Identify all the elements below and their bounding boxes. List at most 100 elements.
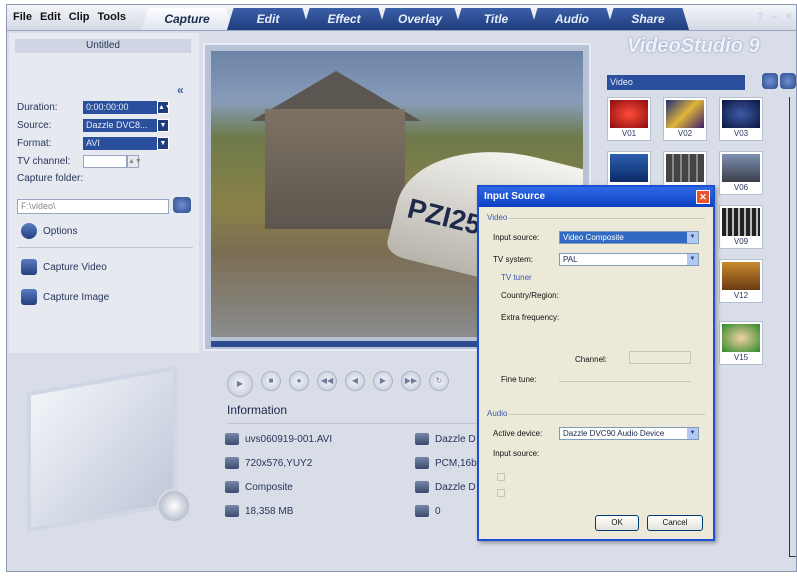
library-thumb[interactable]: V15 — [719, 321, 763, 365]
menu-file[interactable]: File — [13, 11, 32, 23]
channel-field[interactable] — [629, 351, 691, 364]
repeat-icon[interactable]: ↻ — [429, 371, 449, 391]
chevron-down-icon[interactable]: ▼ — [157, 119, 169, 132]
thumb-label: V09 — [733, 237, 749, 246]
format-select[interactable]: AVI — [83, 137, 157, 150]
tab-share[interactable]: Share — [607, 8, 689, 30]
group-divider — [509, 414, 705, 415]
tv-channel-label: TV channel: — [17, 156, 71, 167]
info-count-text: 0 — [435, 505, 441, 517]
chevron-down-icon[interactable]: ▼ — [687, 254, 698, 265]
dialog-title: Input Source — [484, 191, 546, 202]
home-icon[interactable]: ■ — [261, 371, 281, 391]
library-thumb[interactable]: V03 — [719, 97, 763, 141]
format-label: Format: — [17, 138, 52, 149]
duration-stepper[interactable]: ▲▼ — [157, 101, 172, 114]
capture-folder-row: Capture folder: — [17, 173, 137, 184]
preview-house — [265, 109, 405, 229]
info-count: 0 — [415, 505, 441, 517]
input-source-value: Video Composite — [563, 233, 624, 242]
library-manager-icon[interactable] — [762, 73, 778, 89]
thumb-image — [722, 100, 760, 128]
thumb-image — [610, 100, 648, 128]
close-icon[interactable]: ✕ — [696, 190, 710, 204]
channel-label: Channel: — [575, 355, 608, 364]
tab-edit[interactable]: Edit — [227, 8, 309, 30]
info-size: 18,358 MB — [225, 505, 293, 517]
tab-audio[interactable]: Audio — [531, 8, 613, 30]
info-file: uvs060919-001.AVI — [225, 433, 332, 445]
chevron-down-icon[interactable]: ▼ — [687, 232, 698, 243]
thumb-label: V15 — [733, 353, 749, 362]
menu-clip[interactable]: Clip — [69, 11, 90, 23]
active-device-label: Active device: — [493, 429, 543, 438]
tab-title[interactable]: Title — [455, 8, 537, 30]
info-device2: Dazzle D — [415, 481, 476, 493]
tv-system-select[interactable]: PAL ▼ — [559, 253, 699, 266]
webcam-icon — [157, 489, 191, 523]
source-select[interactable]: Dazzle DVC8... — [83, 119, 157, 132]
chevron-down-icon[interactable]: ▼ — [687, 428, 698, 439]
duration-field[interactable]: 0:00:00:00 — [83, 101, 157, 114]
play-icon[interactable]: ▶ — [227, 371, 253, 397]
info-audio-text: PCM,16b — [435, 457, 477, 469]
checkbox-box — [497, 489, 505, 497]
info-audio: PCM,16b — [415, 457, 477, 469]
file-icon — [225, 433, 239, 445]
capture-folder-input[interactable]: F:\video\ — [17, 199, 169, 214]
input-source-select[interactable]: Video Composite ▼ — [559, 231, 699, 244]
frame-icon — [415, 505, 429, 517]
capture-image-button[interactable]: Capture Image — [21, 289, 109, 305]
cancel-button[interactable]: Cancel — [647, 515, 703, 531]
menu-tools[interactable]: Tools — [98, 11, 127, 23]
project-title: Untitled — [15, 39, 191, 53]
folder-icon[interactable] — [780, 73, 796, 89]
window-controls: ? – × — [757, 11, 792, 23]
tab-capture[interactable]: Capture — [141, 8, 233, 30]
stop-icon[interactable]: ● — [289, 371, 309, 391]
fine-tune-label: Fine tune: — [501, 375, 537, 384]
tv-channel-row: TV channel: ▲▼ — [17, 155, 142, 168]
library-scrollbar[interactable] — [789, 97, 796, 557]
active-device-select[interactable]: Dazzle DVC90 Audio Device ▼ — [559, 427, 699, 440]
prev-frame-icon[interactable]: ◀ — [345, 371, 365, 391]
minimize-icon[interactable]: – — [771, 11, 777, 23]
library-thumb[interactable]: V01 — [607, 97, 651, 141]
capture-video-button[interactable]: Capture Video — [21, 259, 107, 275]
source-label: Source: — [17, 120, 52, 131]
folder-icon[interactable] — [173, 197, 191, 213]
rewind-icon[interactable]: ◀◀ — [317, 371, 337, 391]
tv-channel-stepper[interactable]: ▲▼ — [127, 155, 142, 168]
capture-video-label: Capture Video — [43, 261, 107, 273]
tab-overlay[interactable]: Overlay — [379, 8, 461, 30]
thumb-image — [666, 100, 704, 128]
library-thumb[interactable]: V02 — [663, 97, 707, 141]
help-icon[interactable]: ? — [757, 11, 764, 23]
library-select[interactable]: Video — [607, 75, 745, 90]
collapse-icon[interactable]: « — [177, 83, 184, 97]
audio-option-checkbox[interactable] — [497, 489, 505, 497]
tv-channel-field[interactable] — [83, 155, 127, 168]
options-button[interactable]: Options — [21, 223, 77, 239]
menu-edit[interactable]: Edit — [40, 11, 61, 23]
ok-button[interactable]: OK — [595, 515, 639, 531]
chevron-down-icon[interactable]: ▼ — [157, 137, 169, 150]
fast-forward-icon[interactable]: ▶▶ — [401, 371, 421, 391]
thumb-image — [722, 262, 760, 290]
audio-group-label: Audio — [487, 409, 508, 418]
library-thumb[interactable]: V09 — [719, 205, 763, 249]
close-icon[interactable]: × — [786, 11, 792, 23]
audio-input-checkbox[interactable] — [497, 473, 505, 481]
tab-effect[interactable]: Effect — [303, 8, 385, 30]
fine-tune-slider[interactable] — [559, 381, 691, 382]
library-thumb[interactable]: V06 — [719, 151, 763, 195]
info-resolution: 720x576,YUY2 — [225, 457, 312, 469]
camcorder-icon — [21, 259, 37, 275]
video-group-label: Video — [487, 213, 508, 222]
audio-icon — [415, 457, 429, 469]
library-thumb[interactable]: V12 — [719, 259, 763, 303]
device-icon — [415, 433, 429, 445]
capture-image-label: Capture Image — [43, 291, 110, 303]
next-frame-icon[interactable]: ▶ — [373, 371, 393, 391]
thumb-image — [722, 208, 760, 236]
